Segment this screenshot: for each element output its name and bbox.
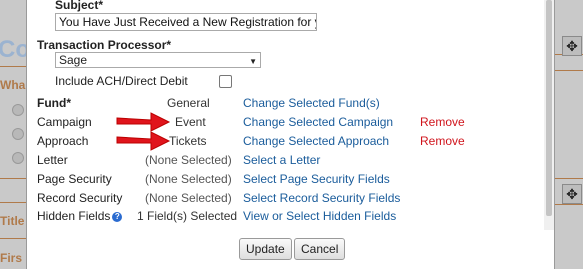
change-fund-link[interactable]: Change Selected Fund(s) — [243, 96, 380, 110]
background-radio — [12, 128, 24, 140]
background-radio — [12, 152, 24, 164]
hidden-fields-label-text: Hidden Fields — [37, 209, 111, 223]
remove-approach-link[interactable]: Remove — [420, 134, 465, 148]
transaction-processor-value: Sage — [59, 53, 88, 67]
dropdown-arrow-icon: ▼ — [249, 57, 257, 66]
ach-label: Include ACH/Direct Debit — [55, 74, 188, 88]
approach-label: Approach — [37, 134, 89, 148]
remove-campaign-link[interactable]: Remove — [420, 115, 465, 129]
change-approach-link[interactable]: Change Selected Approach — [243, 134, 389, 148]
update-button[interactable]: Update — [239, 238, 292, 260]
scrollbar-thumb[interactable] — [546, 0, 552, 216]
transaction-processor-select[interactable]: Sage ▼ — [55, 52, 261, 68]
change-campaign-link[interactable]: Change Selected Campaign — [243, 115, 393, 129]
background-title-fragment: Title — [0, 214, 25, 228]
subject-label: Subject* — [55, 0, 104, 12]
background-radio — [12, 104, 24, 116]
campaign-value: Event — [175, 115, 206, 129]
cancel-button[interactable]: Cancel — [294, 238, 346, 260]
letter-label: Letter — [37, 153, 68, 167]
red-arrow-icon — [116, 131, 171, 151]
subject-input[interactable]: You Have Just Received a New Registratio… — [55, 13, 317, 31]
fund-label: Fund* — [37, 96, 71, 110]
move-icon[interactable]: ✥ — [562, 36, 582, 56]
page-security-value: (None Selected) — [145, 172, 232, 186]
select-record-security-link[interactable]: Select Record Security Fields — [243, 191, 400, 205]
background-question-fragment: Wha — [0, 78, 26, 92]
view-hidden-fields-link[interactable]: View or Select Hidden Fields — [243, 209, 396, 223]
letter-value: (None Selected) — [145, 153, 232, 167]
select-page-security-link[interactable]: Select Page Security Fields — [243, 172, 390, 186]
campaign-label: Campaign — [37, 115, 92, 129]
record-security-value: (None Selected) — [145, 191, 232, 205]
ach-checkbox[interactable] — [219, 75, 232, 88]
modal-scrollbar[interactable] — [544, 0, 554, 230]
fund-value: General — [167, 96, 210, 110]
approach-value: Tickets — [169, 134, 207, 148]
background-first-fragment: Firs — [0, 251, 23, 265]
hidden-fields-label: Hidden Fields? — [37, 209, 123, 223]
record-security-label: Record Security — [37, 191, 123, 205]
help-icon[interactable]: ? — [112, 211, 123, 222]
modal-dialog: Subject* You Have Just Received a New Re… — [26, 0, 555, 269]
select-letter-link[interactable]: Select a Letter — [243, 153, 320, 167]
hidden-fields-value: 1 Field(s) Selected — [137, 209, 238, 223]
transaction-processor-label: Transaction Processor* — [37, 38, 172, 52]
move-icon[interactable]: ✥ — [562, 184, 582, 204]
page-security-label: Page Security — [37, 172, 112, 186]
